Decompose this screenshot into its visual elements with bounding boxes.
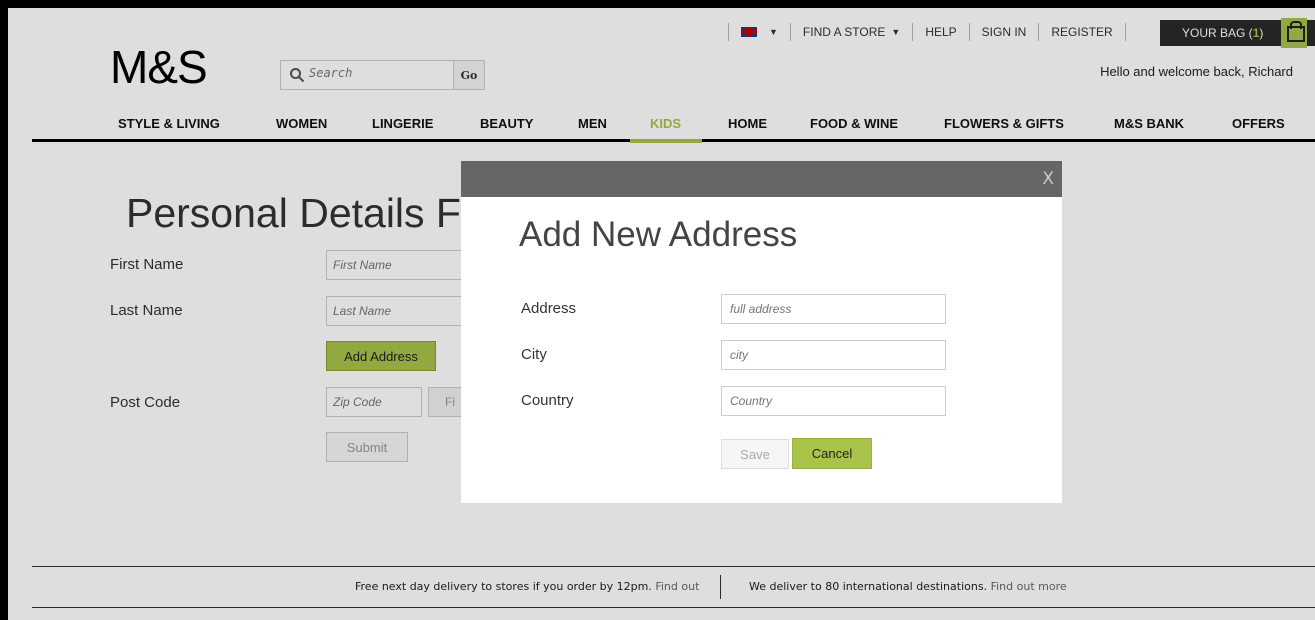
country-input[interactable] [721, 386, 946, 416]
city-input[interactable] [721, 340, 946, 370]
modal-title: Add New Address [519, 215, 798, 254]
close-icon[interactable]: X [1042, 169, 1054, 189]
address-input[interactable] [721, 294, 946, 324]
browser-frame: M&S Go ▼ FIND A STORE ▼ HELP SIGN IN REG… [8, 8, 1315, 620]
country-label: Country [521, 392, 574, 409]
address-label: Address [521, 300, 577, 317]
cancel-button[interactable]: Cancel [792, 438, 872, 469]
city-label: City [521, 346, 547, 363]
modal-header: X [461, 161, 1062, 197]
add-address-modal: X Add New Address Address City Country S… [461, 161, 1062, 503]
save-button[interactable]: Save [721, 439, 789, 469]
